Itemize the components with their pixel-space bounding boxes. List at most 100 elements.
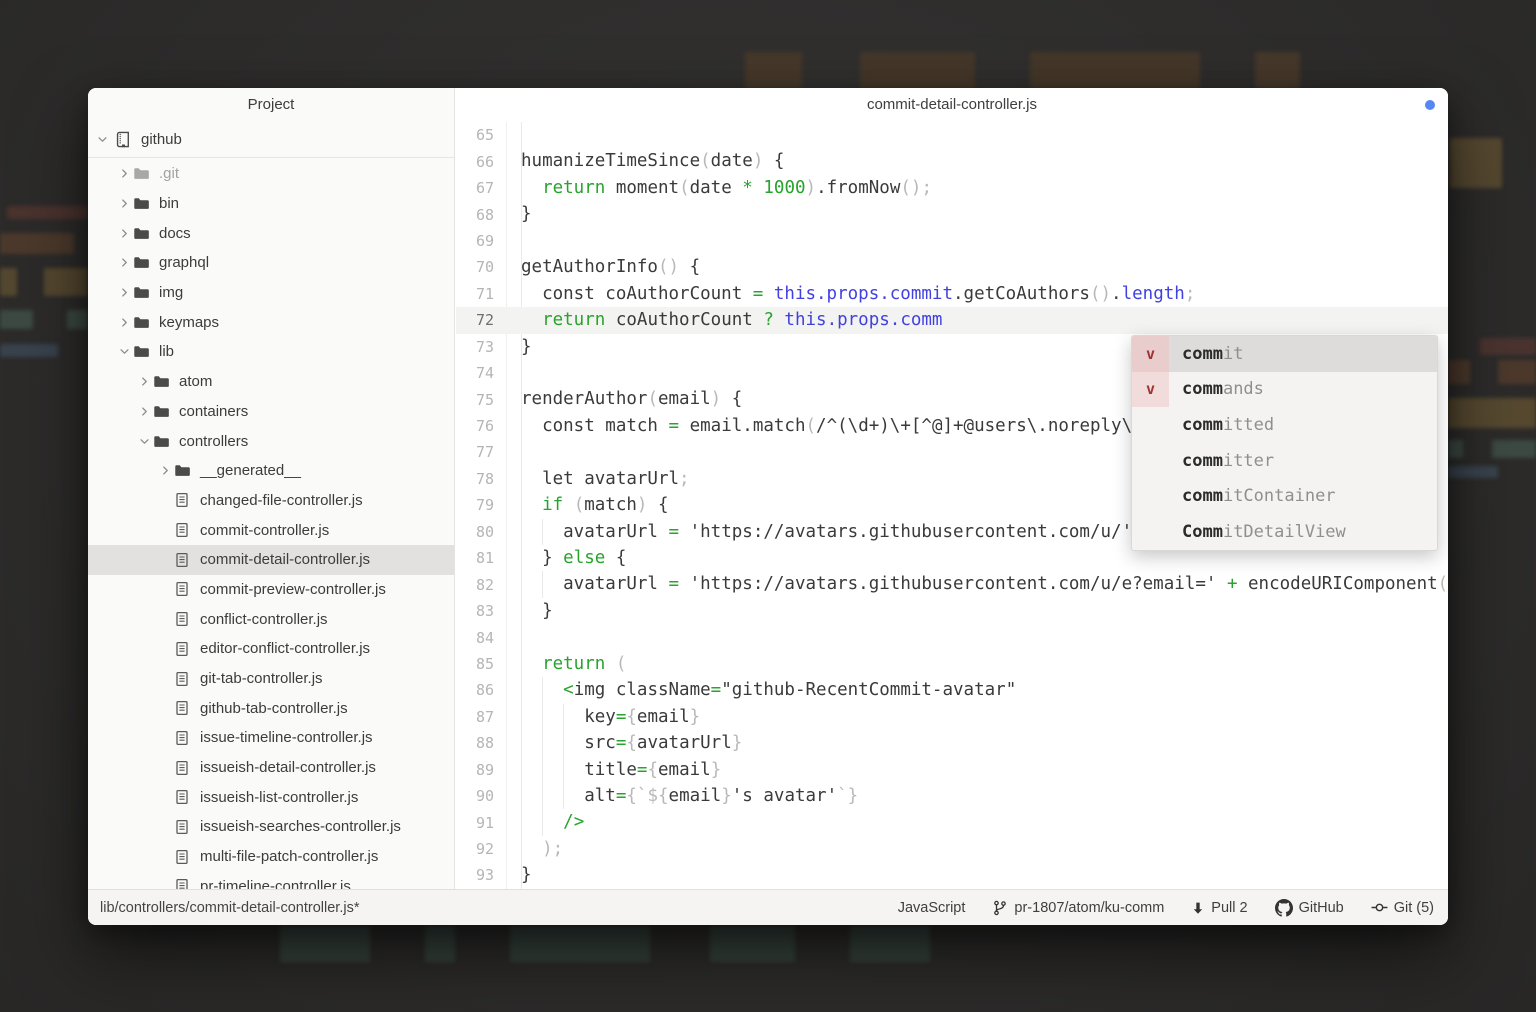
line-number[interactable]: 83 (456, 602, 506, 620)
code-line-92[interactable]: 92 ); (456, 836, 1448, 862)
tree-item-graphql[interactable]: graphql (88, 248, 454, 278)
chevron-right-icon[interactable] (135, 406, 153, 417)
code-line-65[interactable]: 65 (456, 122, 1448, 148)
tree-item-issue-timeline-controller-js[interactable]: issue-timeline-controller.js (88, 723, 454, 753)
autocomplete-item-commit[interactable]: v comm it (1132, 336, 1437, 372)
code-line-68[interactable]: 68} (456, 201, 1448, 227)
chevron-right-icon[interactable] (115, 168, 133, 179)
tree-item-changed-file-controller-js[interactable]: changed-file-controller.js (88, 486, 454, 516)
chevron-right-icon[interactable] (115, 257, 133, 268)
status-item-javascript[interactable]: JavaScript (898, 900, 966, 916)
status-item-git-5-[interactable]: Git (5) (1371, 899, 1434, 916)
line-number[interactable]: 87 (456, 708, 506, 726)
tree-item-img[interactable]: img (88, 278, 454, 308)
tree-item-lib[interactable]: lib (88, 337, 454, 367)
status-item-pr-1807-atom-ku-comm[interactable]: pr-1807/atom/ku-comm (992, 900, 1164, 916)
folder-icon (133, 225, 156, 242)
line-number[interactable]: 82 (456, 576, 506, 594)
code-line-86[interactable]: 86 <img className="github-RecentCommit-a… (456, 677, 1448, 704)
code-line-85[interactable]: 85 return ( (456, 651, 1448, 677)
tree-item-github-tab-controller-js[interactable]: github-tab-controller.js (88, 693, 454, 723)
code-line-87[interactable]: 87 key={email} (456, 703, 1448, 731)
tree-item-atom[interactable]: atom (88, 367, 454, 397)
chevron-right-icon[interactable] (115, 287, 133, 298)
tree-item-git-tab-controller-js[interactable]: git-tab-controller.js (88, 664, 454, 694)
autocomplete-item-commitcontainer[interactable]: comm itContainer (1132, 478, 1437, 514)
code-line-88[interactable]: 88 src={avatarUrl} (456, 730, 1448, 757)
line-number[interactable]: 92 (456, 840, 506, 858)
autocomplete-item-commands[interactable]: v comm ands (1132, 371, 1437, 408)
tree-item-issueish-searches-controller-js[interactable]: issueish-searches-controller.js (88, 812, 454, 842)
line-number[interactable]: 66 (456, 153, 506, 171)
code-line-71[interactable]: 71 const coAuthorCount = this.props.comm… (456, 281, 1448, 307)
code-line-67[interactable]: 67 return moment(date * 1000).fromNow(); (456, 175, 1448, 201)
line-number[interactable]: 72 (456, 311, 506, 329)
tree-item-commit-preview-controller-js[interactable]: commit-preview-controller.js (88, 575, 454, 605)
chevron-right-icon[interactable] (115, 317, 133, 328)
line-number[interactable]: 75 (456, 391, 506, 409)
code-line-70[interactable]: 70 getAuthorInfo() { (456, 254, 1448, 280)
tree-item-containers[interactable]: containers (88, 397, 454, 427)
tree-item-conflict-controller-js[interactable]: conflict-controller.js (88, 604, 454, 634)
line-number[interactable]: 84 (456, 629, 506, 647)
line-number[interactable]: 88 (456, 734, 506, 752)
line-number[interactable]: 85 (456, 655, 506, 673)
code-line-72[interactable]: 72 return coAuthorCount ? this.props.com… (456, 307, 1448, 334)
tree-item-controllers[interactable]: controllers (88, 426, 454, 456)
line-number[interactable]: 79 (456, 496, 506, 514)
line-number[interactable]: 89 (456, 761, 506, 779)
line-number[interactable]: 78 (456, 470, 506, 488)
code-line-93[interactable]: 93} (456, 862, 1448, 888)
line-number[interactable]: 91 (456, 814, 506, 832)
line-number[interactable]: 73 (456, 338, 506, 356)
code-line-89[interactable]: 89 title={email} (456, 756, 1448, 783)
code-line-84[interactable]: 84 (456, 624, 1448, 650)
tree-item-multi-file-patch-controller-js[interactable]: multi-file-patch-controller.js (88, 842, 454, 872)
line-number[interactable]: 65 (456, 126, 506, 144)
code-line-82[interactable]: 82 avatarUrl = 'https://avatars.githubus… (456, 571, 1448, 598)
chevron-right-icon[interactable] (115, 228, 133, 239)
tree-root-github[interactable]: github (88, 121, 454, 158)
chevron-right-icon[interactable] (115, 198, 133, 209)
line-number[interactable]: 80 (456, 523, 506, 541)
tab-title[interactable]: commit-detail-controller.js (456, 88, 1448, 122)
status-item-github[interactable]: GitHub (1274, 898, 1344, 917)
tree-item-docs[interactable]: docs (88, 218, 454, 248)
tree-item-commit-detail-controller-js[interactable]: commit-detail-controller.js (88, 544, 454, 575)
line-number[interactable]: 67 (456, 179, 506, 197)
chevron-down-icon[interactable] (115, 346, 133, 357)
line-number[interactable]: 76 (456, 417, 506, 435)
autocomplete-item-commitdetailview[interactable]: Comm itDetailView (1132, 514, 1437, 550)
status-item-pull-2[interactable]: Pull 2 (1191, 900, 1248, 916)
tree-item-editor-conflict-controller-js[interactable]: editor-conflict-controller.js (88, 634, 454, 664)
tree-item-bin[interactable]: bin (88, 189, 454, 219)
line-number[interactable]: 93 (456, 866, 506, 884)
line-number[interactable]: 69 (456, 232, 506, 250)
line-number[interactable]: 77 (456, 443, 506, 461)
line-number[interactable]: 70 (456, 258, 506, 276)
tree-item--git[interactable]: .git (88, 159, 454, 189)
line-number[interactable]: 81 (456, 549, 506, 567)
line-number[interactable]: 74 (456, 364, 506, 382)
line-number[interactable]: 71 (456, 285, 506, 303)
line-number[interactable]: 90 (456, 787, 506, 805)
code-line-91[interactable]: 91 /> (456, 809, 1448, 836)
tree-item-pr-timeline-controller-js[interactable]: pr-timeline-controller.js (88, 872, 454, 889)
code-line-90[interactable]: 90 alt={`${email}'s avatar'`} (456, 782, 1448, 810)
code-line-83[interactable]: 83 } (456, 598, 1448, 624)
code-line-66[interactable]: 66 humanizeTimeSince(date) { (456, 148, 1448, 174)
autocomplete-item-committer[interactable]: comm itter (1132, 443, 1437, 479)
tree-item-issueish-list-controller-js[interactable]: issueish-list-controller.js (88, 782, 454, 812)
tree-item--generated-[interactable]: __generated__ (88, 456, 454, 486)
autocomplete-item-committed[interactable]: comm itted (1132, 407, 1437, 443)
line-number[interactable]: 86 (456, 681, 506, 699)
line-number[interactable]: 68 (456, 206, 506, 224)
tree-item-keymaps[interactable]: keymaps (88, 307, 454, 337)
code-line-69[interactable]: 69 (456, 228, 1448, 254)
chevron-right-icon[interactable] (156, 465, 174, 476)
tree-item-issueish-detail-controller-js[interactable]: issueish-detail-controller.js (88, 753, 454, 783)
tree-item-commit-controller-js[interactable]: commit-controller.js (88, 515, 454, 545)
chevron-down-icon[interactable] (135, 436, 153, 447)
chevron-right-icon[interactable] (135, 376, 153, 387)
chevron-down-icon[interactable] (97, 134, 115, 145)
